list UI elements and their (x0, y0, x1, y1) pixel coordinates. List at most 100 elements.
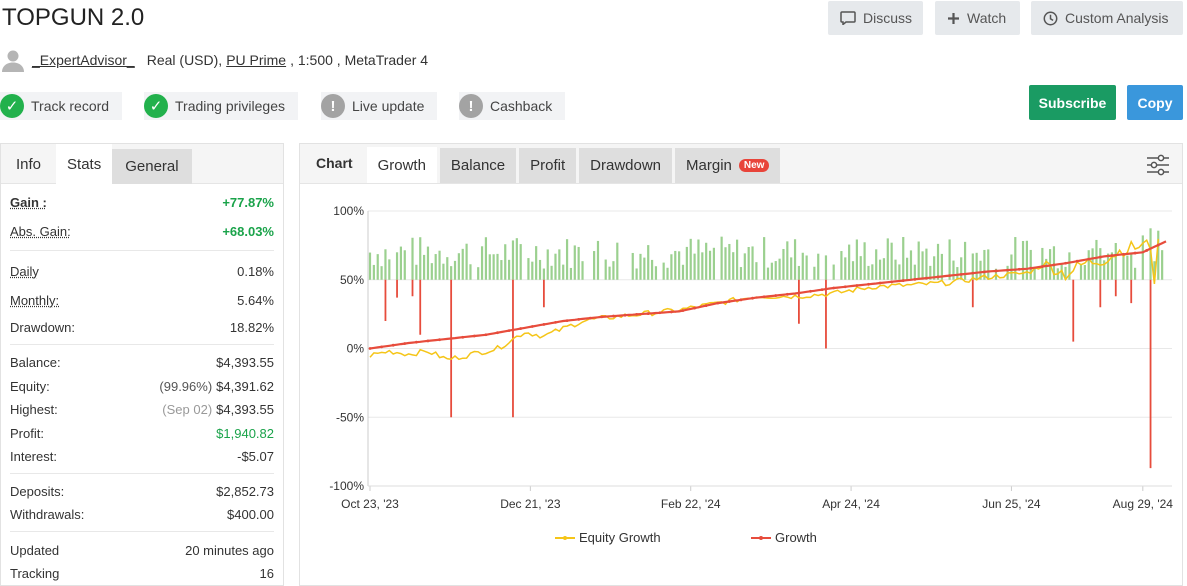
owner-link[interactable]: _ExpertAdvisor_ (32, 52, 135, 68)
legend-growth[interactable]: Growth (751, 530, 817, 545)
growth-point (727, 300, 731, 303)
y-tick-label: -50% (336, 410, 364, 424)
growth-point (1122, 252, 1125, 256)
custom-analysis-button[interactable]: Custom Analysis (1031, 1, 1183, 35)
growth-point (867, 282, 870, 286)
growth-point (948, 274, 952, 278)
growth-point (1145, 249, 1149, 252)
growth-point (1098, 255, 1102, 259)
growth-point (890, 280, 894, 284)
growth-point (565, 319, 569, 322)
stat-value: $1,940.82 (216, 425, 274, 441)
stats-tabs: Info Stats General (1, 144, 283, 184)
growth-point (855, 284, 859, 287)
account-details: , 1:500 , MetaTrader 4 (290, 52, 429, 68)
x-tick-label: Dec 21, '23 (500, 497, 561, 511)
tab-balance[interactable]: Balance (439, 148, 517, 183)
sliders-icon[interactable] (1146, 154, 1170, 179)
check-icon: ✓ (144, 94, 168, 118)
growth-point (519, 327, 523, 330)
tab-profit[interactable]: Profit (519, 148, 577, 183)
tab-margin[interactable]: Margin New (675, 148, 781, 183)
badge-track-record[interactable]: ✓ Track record (0, 92, 122, 120)
growth-chart[interactable]: 100% 50% 0% -50% -100% Oct 23, '23 Dec 21, '23… (300, 184, 1182, 584)
growth-point (426, 339, 430, 343)
stat-gain: Gain : +77.87% (10, 192, 274, 212)
x-tick-label: Oct 23, '23 (341, 497, 399, 511)
stat-label[interactable]: Abs. Gain: (10, 224, 71, 239)
growth-point (971, 271, 975, 275)
growth-point (1017, 267, 1021, 271)
growth-point (391, 343, 395, 347)
subscribe-button[interactable]: Subscribe (1029, 85, 1116, 120)
growth-point (704, 304, 708, 307)
growth-point (693, 306, 696, 310)
legend-equity-growth[interactable]: Equity Growth (555, 530, 661, 545)
stat-label: Tracking (10, 565, 60, 581)
stat-value: $2,852.73 (216, 483, 274, 499)
stat-equity: Equity: (99.96%) $4,391.62 (10, 376, 274, 396)
growth-point (809, 289, 812, 293)
equity-percent: (99.96%) (159, 378, 213, 394)
stat-label: Drawdown: (10, 319, 76, 335)
growth-point (774, 294, 778, 297)
x-tick-label: Apr 24, '24 (822, 497, 880, 511)
tab-drawdown[interactable]: Drawdown (579, 148, 673, 183)
stats-panel: Info Stats General Gain : +77.87% Abs. G… (0, 143, 284, 586)
badge-trading-privileges[interactable]: ✓ Trading privileges (144, 92, 298, 120)
divider (10, 531, 274, 532)
stat-value: $4,393.55 (216, 354, 274, 370)
exclamation-icon: ! (459, 94, 483, 118)
growth-point (646, 312, 650, 315)
stat-value: +68.03% (222, 223, 274, 239)
stat-label[interactable]: Monthly: (10, 293, 59, 308)
copy-button[interactable]: Copy (1127, 85, 1183, 120)
stat-daily: Daily 0.18% (10, 261, 274, 281)
avatar[interactable] (0, 47, 26, 73)
tab-stats[interactable]: Stats (56, 144, 113, 184)
growth-point (832, 286, 836, 290)
growth-point (1110, 254, 1114, 257)
growth-point (1064, 261, 1067, 265)
y-tick-label: 50% (340, 273, 364, 287)
tab-info[interactable]: Info (1, 144, 56, 184)
stat-label: Withdrawals: (10, 506, 85, 522)
tab-growth[interactable]: Growth (366, 147, 437, 183)
growth-point (530, 325, 534, 328)
x-tick-label: Feb 22, '24 (661, 497, 721, 511)
stat-updated: Updated 20 minutes ago (10, 540, 274, 560)
growth-point (762, 295, 766, 299)
badge-cashback[interactable]: ! Cashback (459, 92, 565, 120)
stat-deposits: Deposits: $2,852.73 (10, 481, 274, 501)
watch-button[interactable]: Watch (935, 1, 1020, 35)
discuss-button[interactable]: Discuss (828, 1, 923, 35)
growth-point (600, 315, 604, 319)
growth-point (1075, 259, 1079, 263)
badge-label: Live update (352, 98, 425, 114)
growth-point (994, 269, 998, 273)
growth-point (739, 298, 743, 302)
stat-value: 5.64% (237, 292, 274, 308)
tab-general[interactable]: General (112, 149, 192, 184)
growth-point (1156, 243, 1160, 247)
page-title: TOPGUN 2.0 (2, 4, 145, 31)
divider (10, 344, 274, 345)
growth-point (669, 310, 673, 314)
growth-point (461, 335, 465, 339)
stat-label[interactable]: Daily (10, 264, 39, 279)
tab-margin-label: Margin (686, 157, 732, 174)
chat-icon (840, 11, 856, 25)
stat-label[interactable]: Gain : (10, 195, 47, 210)
growth-point (403, 342, 407, 345)
growth-point (542, 323, 546, 326)
badge-label: Cashback (490, 98, 553, 114)
badge-live-update[interactable]: ! Live update (321, 92, 437, 120)
discuss-label: Discuss (863, 10, 913, 26)
chart-tabs: Chart Growth Balance Profit Drawdown Mar… (300, 144, 1182, 184)
broker-link[interactable]: PU Prime (226, 52, 286, 68)
growth-point (1133, 251, 1137, 255)
stat-drawdown: Drawdown: 18.82% (10, 317, 274, 337)
growth-point (554, 320, 557, 324)
chart-tabs-label: Chart (316, 155, 353, 171)
growth-point (901, 279, 905, 282)
